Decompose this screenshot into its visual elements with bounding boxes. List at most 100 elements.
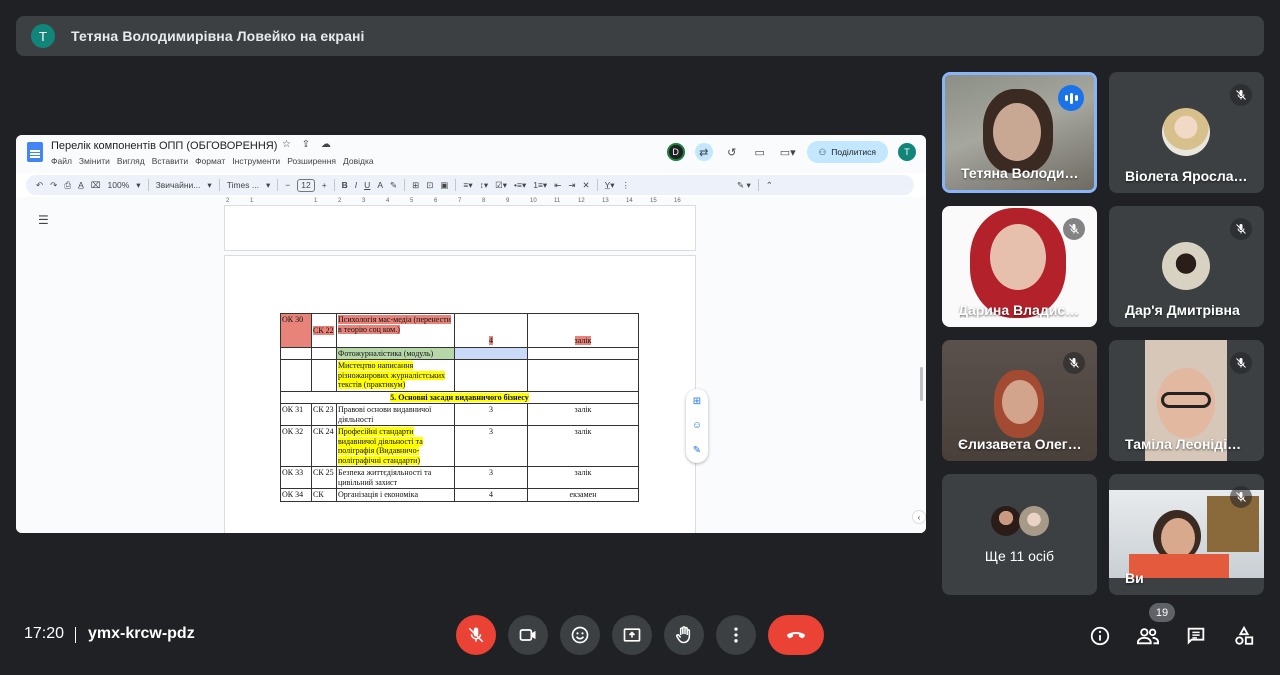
table-cell-selected[interactable]: [454, 346, 528, 360]
table-cell: [527, 359, 639, 392]
table-cell: [311, 346, 337, 360]
editing-mode-icon[interactable]: ✎ ▾: [737, 180, 751, 191]
scrollbar[interactable]: [920, 367, 923, 401]
menu-format[interactable]: Формат: [195, 156, 225, 166]
font-size-input[interactable]: 12: [297, 178, 315, 192]
history-icon[interactable]: ↺: [723, 143, 741, 161]
participant-tile[interactable]: Дар'я Дмитрівна: [1109, 206, 1264, 327]
style-select[interactable]: Звичайни...: [156, 180, 201, 190]
increase-indent-icon[interactable]: ⇥: [568, 180, 575, 191]
divider: [596, 179, 598, 191]
table-cell: 3: [454, 425, 528, 467]
shared-screen[interactable]: Перелік компонентів ОПП (ОБГОВОРЕННЯ) ☆ …: [16, 135, 926, 533]
account-avatar[interactable]: T: [898, 143, 916, 161]
print-icon[interactable]: ⎙: [64, 180, 71, 191]
align-icon[interactable]: ≡▾: [463, 180, 472, 191]
more-icon[interactable]: ⋮: [622, 180, 631, 191]
mic-off-icon: [1063, 218, 1085, 240]
more-options-button[interactable]: [716, 615, 756, 655]
table-cell: Психологія мас-медіа (перенести в теорію…: [336, 313, 455, 348]
undo-icon[interactable]: ↶: [36, 180, 43, 191]
curriculum-table[interactable]: ОК 30 СК 22 Психологія мас-медіа (перене…: [280, 313, 639, 502]
numbered-list-icon[interactable]: 1≡▾: [533, 180, 547, 191]
participant-tile[interactable]: Віолета Ярославівна: [1109, 72, 1264, 193]
spellcheck-icon[interactable]: A̲: [78, 180, 84, 190]
more-participants-tile[interactable]: Ще 11 осіб: [942, 474, 1097, 595]
comment-icon[interactable]: ▭: [751, 143, 769, 161]
suggest-edit-icon[interactable]: ✎: [693, 445, 701, 456]
participant-name: Дар'я Дмитрівна: [1125, 302, 1240, 318]
bulleted-list-icon[interactable]: •≡▾: [514, 180, 526, 191]
font-size-increase-icon[interactable]: +: [322, 180, 327, 190]
meeting-details-button[interactable]: [1088, 624, 1112, 648]
menu-help[interactable]: Довідка: [343, 156, 374, 166]
line-spacing-icon[interactable]: ↕▾: [480, 180, 489, 191]
activities-button[interactable]: [1232, 624, 1256, 648]
star-icon[interactable]: ☆ ⇪ ☁: [282, 139, 335, 150]
present-icon[interactable]: ⇄: [694, 143, 713, 161]
participant-tile[interactable]: Тетяна Володимирівна Ловейко: [942, 72, 1097, 193]
clear-formatting-icon[interactable]: ✕: [582, 180, 589, 191]
paint-format-icon[interactable]: ⌧: [91, 180, 101, 191]
add-comment-icon[interactable]: ⊡: [426, 180, 433, 191]
divider: [147, 179, 149, 191]
chat-button[interactable]: [1184, 624, 1208, 648]
table-cell: залік: [527, 403, 639, 426]
emoji-icon: [571, 626, 589, 644]
mic-off-icon: [1230, 486, 1252, 508]
ruler-tick: 3: [362, 198, 366, 204]
chevron-down-icon: ▾: [136, 179, 141, 190]
menu-file[interactable]: Файл: [51, 156, 72, 166]
bold-icon[interactable]: B: [342, 180, 348, 190]
avatar: [1019, 506, 1049, 536]
chevron-left-icon[interactable]: ‹: [912, 510, 926, 524]
present-now-button[interactable]: [612, 615, 652, 655]
participant-tile[interactable]: Дарина Владиславівна: [942, 206, 1097, 327]
table-cell: Безпека життєдіяльності та цивільний зах…: [336, 466, 455, 489]
outline-icon[interactable]: ☰: [38, 213, 49, 227]
participant-tile[interactable]: Таміла Леонідівна: [1109, 340, 1264, 461]
reactions-button[interactable]: [560, 615, 600, 655]
insert-link-icon[interactable]: ⊞: [412, 180, 419, 191]
checklist-icon[interactable]: ☑▾: [495, 180, 507, 191]
menu-insert[interactable]: Вставити: [152, 156, 188, 166]
share-button[interactable]: ⚇ Поділитися: [806, 141, 888, 163]
divider: [218, 179, 220, 191]
raise-hand-button[interactable]: [664, 615, 704, 655]
participant-name: Таміла Леонідівна: [1125, 436, 1249, 452]
table-cell: [311, 359, 337, 392]
emoji-icon[interactable]: ☺: [692, 420, 702, 431]
leave-call-button[interactable]: [768, 615, 824, 655]
table-row: ОК 30 СК 22 Психологія мас-медіа (перене…: [280, 313, 639, 348]
decrease-indent-icon[interactable]: ⇤: [554, 180, 561, 191]
text-color-icon[interactable]: A: [377, 180, 383, 190]
table-row: 5. Основні засади видавничого бізнесу: [280, 390, 639, 404]
menu-edit[interactable]: Змінити: [79, 156, 110, 166]
font-size-decrease-icon[interactable]: −: [285, 180, 290, 190]
insert-image-icon[interactable]: ▣: [440, 180, 448, 191]
video-subject: [1161, 518, 1195, 558]
hide-menus-icon[interactable]: ⌃: [766, 180, 773, 191]
menu-tools[interactable]: Інструменти: [232, 156, 280, 166]
camera-toggle-button[interactable]: [508, 615, 548, 655]
document-canvas[interactable]: ☰ 2 1 1 2 3 4 5 6 7 8 9 10 11 12 13 14 1…: [16, 197, 926, 533]
meet-icon[interactable]: ▭▾: [779, 143, 797, 161]
menu-view[interactable]: Вигляд: [117, 156, 145, 166]
redo-icon[interactable]: ↷: [50, 180, 57, 191]
italic-icon[interactable]: I: [355, 180, 357, 190]
mic-toggle-button[interactable]: [456, 615, 496, 655]
video-subject: [1129, 554, 1229, 578]
participant-tile-self[interactable]: Ви: [1109, 474, 1264, 595]
ruler-tick: 1: [314, 198, 318, 204]
font-select[interactable]: Times ...: [227, 180, 259, 190]
zoom-select[interactable]: 100%: [108, 180, 130, 190]
participant-tile[interactable]: Єлизавета Олегівна: [942, 340, 1097, 461]
add-comment-icon[interactable]: ⊞: [693, 396, 701, 407]
highlight-icon[interactable]: ✎: [390, 180, 397, 191]
table-cell: Фотожурналістика (модуль): [336, 346, 455, 360]
people-button[interactable]: [1136, 624, 1160, 648]
menu-extensions[interactable]: Розширення: [287, 156, 336, 166]
input-tools-icon[interactable]: Y̲▾: [605, 180, 615, 191]
underline-icon[interactable]: U: [364, 180, 370, 190]
doc-title[interactable]: Перелік компонентів ОПП (ОБГОВОРЕННЯ): [51, 140, 277, 152]
